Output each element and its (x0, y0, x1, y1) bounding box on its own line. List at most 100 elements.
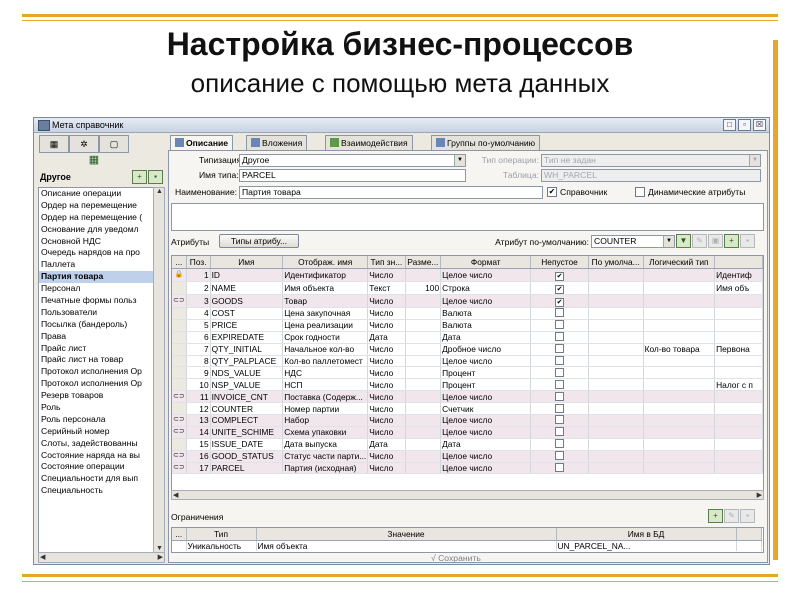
name-cell[interactable]: EXPIREDATE (210, 331, 284, 344)
table-row[interactable]: ⊂⊃ 13 COMPLECT Набор Число Целое число (172, 414, 763, 427)
link-icon[interactable]: ⊂⊃ (172, 426, 187, 439)
attributes-table[interactable]: ... Поз. Имя Отображ. имя Тип зн... Разме... Ф… (171, 255, 764, 491)
default-cell[interactable] (588, 343, 644, 356)
format-cell[interactable]: Счетчик (440, 402, 532, 416)
display-name-cell[interactable]: Набор (282, 414, 369, 427)
window-titlebar[interactable]: Мета справочник □ ▫ ☒ (34, 118, 769, 133)
notnull-checkbox[interactable] (555, 427, 565, 437)
format-cell[interactable]: Строка (440, 281, 532, 295)
description-textarea[interactable] (171, 203, 764, 231)
tab-interactions[interactable]: Взаимодействия (325, 135, 413, 150)
size-cell[interactable] (405, 378, 442, 392)
notnull-cell[interactable] (530, 331, 589, 344)
format-cell[interactable]: Процент (440, 366, 532, 380)
tab-description[interactable]: Описание (170, 135, 234, 151)
position-cell[interactable]: 2 (186, 281, 211, 295)
extra-cell[interactable] (714, 426, 763, 439)
column-header[interactable]: По умолча... (588, 256, 644, 269)
table-row[interactable]: 8 QTY_PALPLACE Кол-во паллетомест Число Цело… (172, 355, 763, 368)
row-marker[interactable] (172, 281, 187, 295)
table-row[interactable]: 9 NDS_VALUE НДС Число Процент (172, 366, 763, 380)
name-cell[interactable]: PARCEL (210, 462, 284, 475)
type-cell[interactable]: Дата (367, 438, 406, 451)
extra-cell[interactable] (714, 331, 763, 344)
list-item[interactable]: Состояние наряда на вы (39, 450, 153, 462)
position-cell[interactable]: 12 (186, 402, 211, 416)
list-item[interactable]: Слоты, задействованны (39, 438, 153, 450)
name-cell[interactable]: GOOD_STATUS (210, 450, 284, 463)
position-cell[interactable]: 1 (186, 268, 211, 282)
notnull-checkbox[interactable] (555, 356, 565, 365)
tab-attachments[interactable]: Вложения (246, 135, 308, 150)
minimize-icon[interactable]: ▫ (738, 119, 751, 131)
size-cell[interactable] (405, 438, 442, 451)
notnull-checkbox[interactable] (555, 451, 565, 461)
chevron-down-icon[interactable]: ▼ (749, 155, 760, 166)
table-row[interactable]: 12 COUNTER Номер партии Число Счетчик (172, 402, 763, 416)
list-item[interactable]: Резерв товаров (39, 390, 153, 402)
logic-type-cell[interactable] (643, 319, 716, 332)
extra-cell[interactable]: Первона (714, 343, 763, 356)
logic-type-cell[interactable] (643, 426, 716, 439)
notnull-cell[interactable] (530, 378, 589, 392)
save-button[interactable]: √ Сохранить (431, 553, 481, 563)
logic-type-cell[interactable] (643, 402, 716, 416)
table-row[interactable]: 15 ISSUE_DATE Дата выпуска Дата Дата (172, 438, 763, 451)
constraint-value-cell[interactable]: Имя объекта (256, 540, 557, 551)
default-cell[interactable] (588, 450, 644, 463)
default-cell[interactable] (588, 268, 644, 282)
constraint-column-header[interactable]: Имя в БД (556, 528, 737, 541)
default-cell[interactable] (588, 319, 644, 332)
default-cell[interactable] (588, 414, 644, 427)
column-header[interactable]: Имя (210, 256, 284, 269)
notnull-cell[interactable] (530, 355, 589, 368)
column-header[interactable]: Логический тип (643, 256, 716, 269)
close-icon[interactable]: ☒ (753, 119, 766, 131)
list-item[interactable]: Прайс лист на товар (39, 354, 153, 366)
type-cell[interactable]: Число (367, 268, 406, 282)
extra-cell[interactable] (714, 414, 763, 427)
position-cell[interactable]: 5 (186, 319, 211, 332)
logic-type-cell[interactable] (643, 281, 716, 295)
delete-attribute-icon[interactable]: ▪ (740, 234, 755, 248)
size-cell[interactable]: 100 (405, 281, 442, 295)
position-cell[interactable]: 15 (186, 438, 211, 451)
table-row[interactable]: ⊂⊃ 17 PARCEL Партия (исходная) Число Целое чи… (172, 462, 763, 475)
list-item[interactable]: Протокол исполнения Ор (39, 378, 153, 390)
notnull-cell[interactable] (530, 450, 589, 463)
row-marker[interactable] (172, 366, 187, 380)
default-cell[interactable] (588, 307, 644, 320)
size-cell[interactable] (405, 268, 442, 282)
type-cell[interactable]: Число (367, 426, 406, 439)
link-icon[interactable]: ⊂⊃ (172, 414, 187, 427)
format-cell[interactable]: Процент (440, 378, 532, 392)
size-cell[interactable] (405, 294, 442, 308)
name-cell[interactable]: GOODS (210, 294, 284, 308)
logic-type-cell[interactable] (643, 366, 716, 380)
extra-cell[interactable] (714, 366, 763, 380)
chevron-down-icon[interactable]: ▼ (663, 236, 674, 247)
tab-default-groups[interactable]: Группы по-умолчанию (431, 135, 541, 150)
type-cell[interactable]: Число (367, 366, 406, 380)
notnull-cell[interactable] (530, 438, 589, 451)
logic-type-cell[interactable] (643, 307, 716, 320)
link-icon[interactable]: ⊂⊃ (172, 450, 187, 463)
default-cell[interactable] (588, 294, 644, 308)
notnull-cell[interactable] (530, 402, 589, 416)
name-cell[interactable]: INVOICE_CNT (210, 390, 284, 404)
extra-cell[interactable] (714, 355, 763, 368)
typization-select[interactable]: Другое ▼ (239, 154, 466, 167)
logic-type-cell[interactable] (643, 268, 716, 282)
row-marker[interactable] (172, 307, 187, 320)
format-cell[interactable]: Целое число (440, 462, 532, 475)
type-cell[interactable]: Число (367, 307, 406, 320)
list-item[interactable]: Ордер на перемещение (39, 200, 153, 212)
constraint-column-header[interactable] (736, 528, 762, 541)
type-cell[interactable]: Число (367, 450, 406, 463)
type-name-field[interactable]: PARCEL (239, 169, 466, 182)
notnull-checkbox[interactable] (555, 344, 565, 354)
logic-type-cell[interactable]: Кол-во товара (643, 343, 716, 356)
size-cell[interactable] (405, 307, 442, 320)
notnull-checkbox[interactable] (555, 439, 565, 449)
position-cell[interactable]: 8 (186, 355, 211, 368)
